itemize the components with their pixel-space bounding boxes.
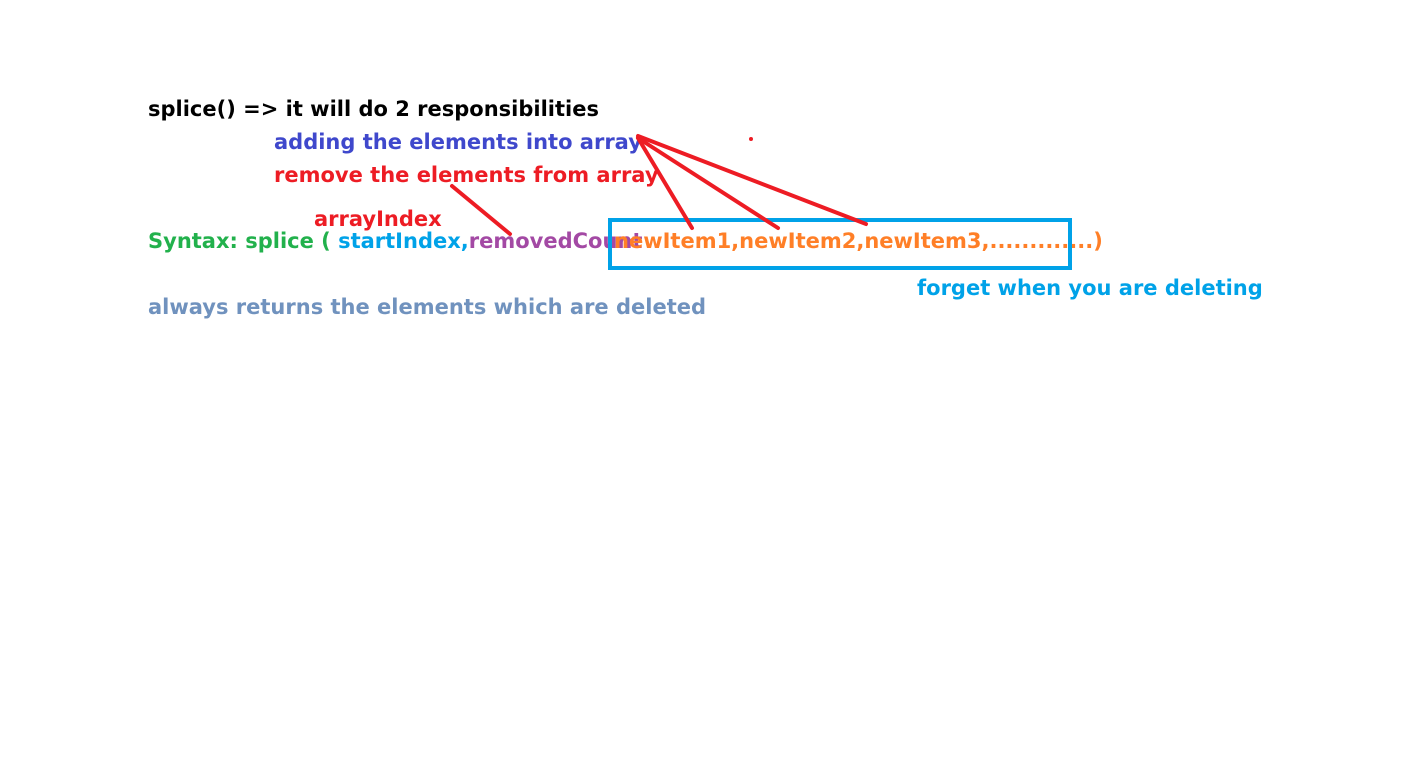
syntax-start-index: startIndex, bbox=[338, 229, 469, 253]
arrow-line-to-item2 bbox=[636, 136, 780, 230]
syntax-close-paren: ) bbox=[1093, 229, 1103, 253]
arrow-line-to-item3 bbox=[636, 134, 868, 226]
syntax-new-items-text: newItem1,newItem2,newItem3,............. bbox=[614, 229, 1094, 253]
splice-heading: splice() => it will do 2 responsibilitie… bbox=[148, 97, 599, 121]
forget-when-deleting-annotation: forget when you are deleting bbox=[917, 276, 1263, 300]
returns-deleted-note: always returns the elements which are de… bbox=[148, 295, 707, 319]
syntax-new-items: newItem1,newItem2,newItem3,.............… bbox=[614, 228, 1103, 254]
syntax-line: Syntax: splice ( startIndex,removedCount bbox=[148, 228, 642, 254]
stray-dot bbox=[749, 137, 753, 141]
arrow-line-to-removed-count bbox=[450, 184, 512, 236]
adding-elements-note: adding the elements into array bbox=[274, 130, 642, 154]
syntax-prefix: Syntax: splice ( bbox=[148, 229, 339, 253]
remove-elements-note: remove the elements from array bbox=[274, 163, 659, 187]
